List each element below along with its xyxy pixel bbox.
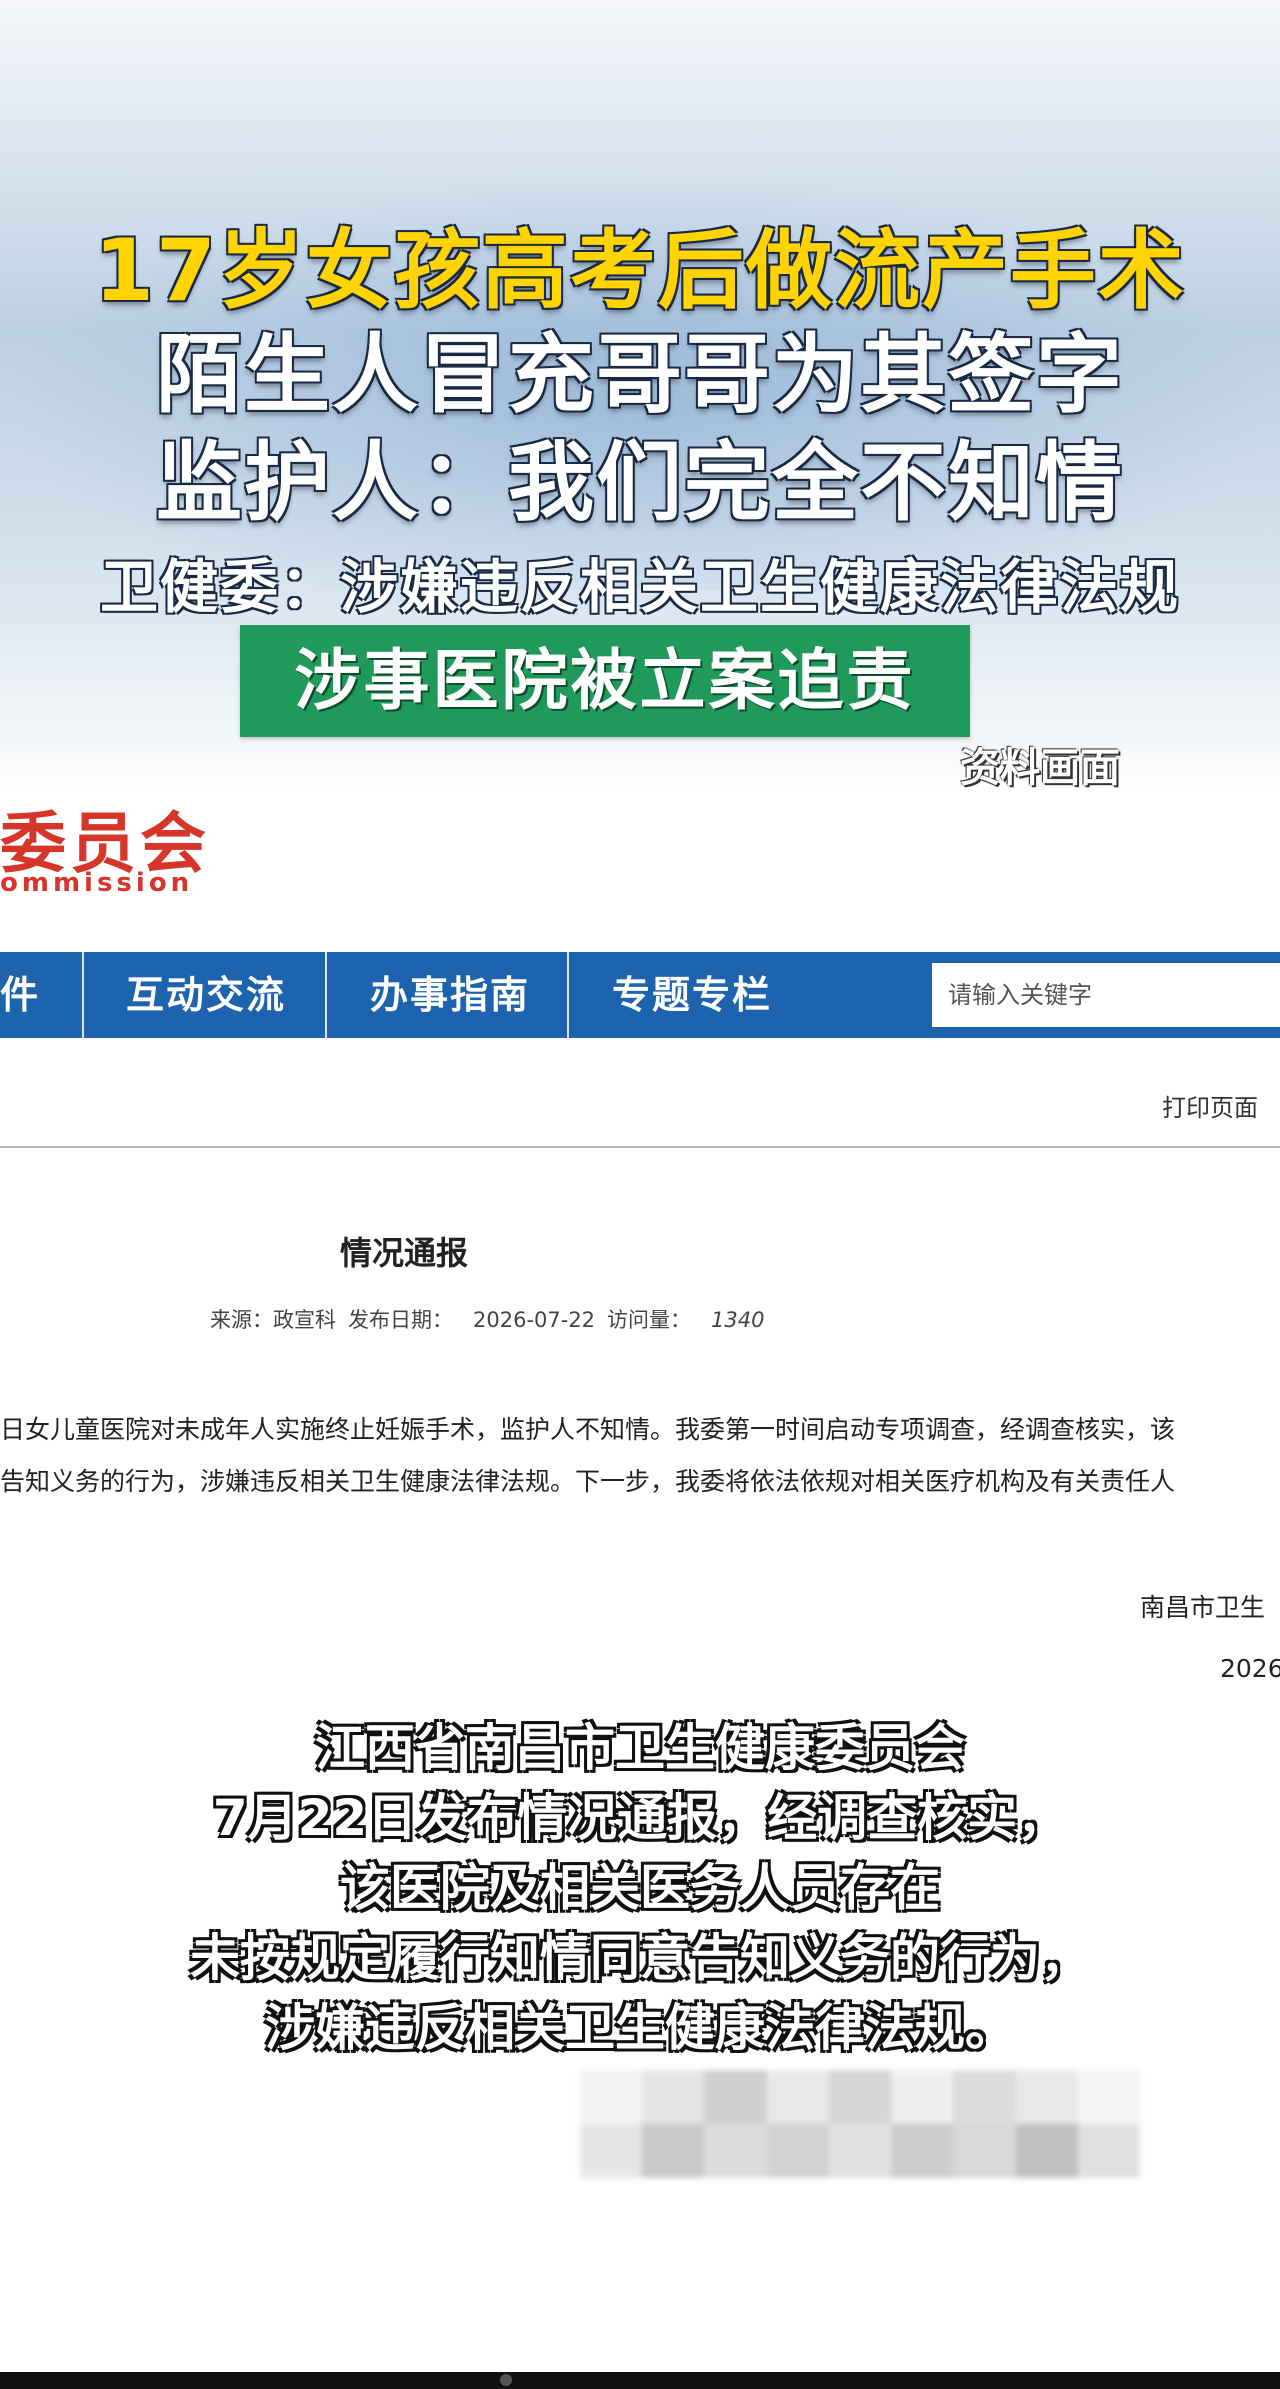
- bottom-bar: [0, 2372, 1280, 2389]
- progress-dot: [500, 2374, 512, 2386]
- blurred-mosaic: [580, 2070, 1140, 2178]
- nav-separator: [82, 952, 84, 1038]
- meta-date-label: 发布日期：: [348, 1308, 453, 1332]
- highlight-tag: 涉事医院被立案追责: [240, 625, 970, 737]
- article-meta: 来源：政宣科 发布日期： 2026-07-22 访问量： 1340: [210, 1304, 777, 1334]
- nav-separator: [325, 952, 327, 1038]
- headline-line-2: 陌生人冒充哥哥为其签字: [156, 325, 1124, 425]
- caption-line-3: 该医院及相关医务人员存在: [340, 1859, 940, 1917]
- meta-views-label: 访问量：: [607, 1308, 692, 1332]
- site-logo-en: ommission: [0, 868, 194, 898]
- meta-source: 来源：政宣科: [210, 1308, 336, 1332]
- article-body-line: 告知义务的行为，涉嫌违反相关卫生健康法律法规。下一步，我委将依法依规对相关医疗机…: [0, 1467, 1176, 1496]
- nav-item-topics[interactable]: 专题专栏: [612, 952, 772, 1038]
- headline-line-3: 监护人：我们完全不知情: [156, 433, 1124, 533]
- subheadline: 卫健委：涉嫌违反相关卫生健康法律法规: [99, 553, 1180, 621]
- nav-item-guide[interactable]: 办事指南: [370, 952, 530, 1038]
- caption-line-1: 江西省南昌市卫生健康委员会: [315, 1719, 965, 1777]
- header-divider: [0, 1146, 1280, 1148]
- print-page-link[interactable]: 打印页面: [1162, 1088, 1258, 1123]
- signature-org: 南昌市卫生: [1140, 1593, 1266, 1622]
- nav-item-interaction[interactable]: 互动交流: [126, 952, 286, 1038]
- search-input[interactable]: [932, 963, 1280, 1027]
- caption-line-4: 未按规定履行知情同意告知义务的行为，: [190, 1929, 1090, 1987]
- nav-item-documents[interactable]: 件: [0, 952, 40, 1038]
- nav-separator: [567, 952, 569, 1038]
- caption-line-5: 涉嫌违反相关卫生健康法律法规。: [265, 1999, 1015, 2057]
- meta-views: 1340: [711, 1308, 765, 1332]
- article-title: 情况通报: [339, 1234, 468, 1272]
- meta-date: 2026-07-22: [473, 1308, 596, 1332]
- caption-line-2: 7月22日发布情况通报，经调查核实，: [212, 1789, 1068, 1847]
- source-label: 资料画面: [960, 745, 1120, 791]
- highlight-tag-text: 涉事医院被立案追责: [294, 642, 916, 719]
- article-body-line: 日女儿童医院对未成年人实施终止妊娠手术，监护人不知情。我委第一时间启动专项调查，…: [0, 1415, 1176, 1444]
- signature-date: 2026: [1220, 1654, 1280, 1683]
